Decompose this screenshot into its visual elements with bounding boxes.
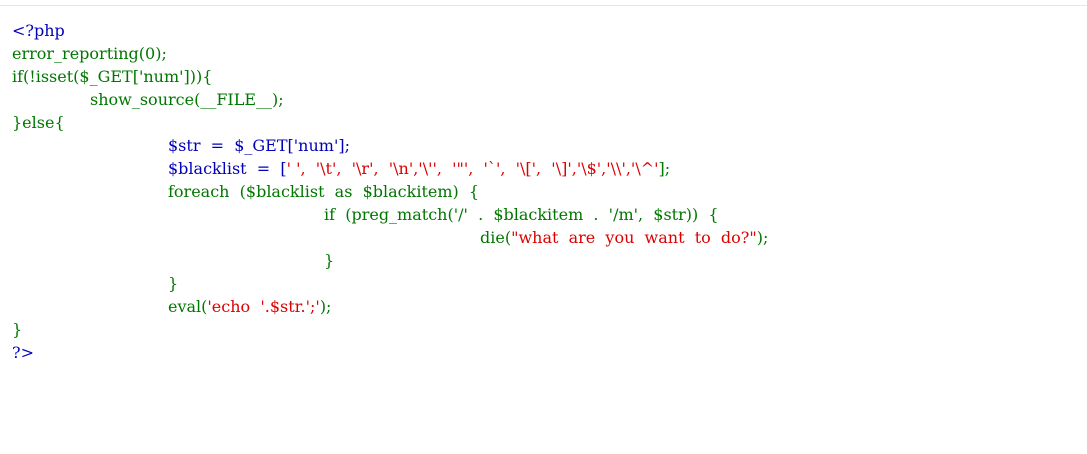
blacklist-items: ' ', '\t', '\r', '\n','\'', '"', '`', '\… — [286, 159, 659, 178]
code-line-foreach: foreach ($blacklist as $blackitem) { — [168, 182, 480, 201]
code-line-eval: eval('echo '.$str.';'); — [12, 295, 768, 318]
code-line-else: }else{ — [12, 113, 65, 132]
code-line-if-preg-match: if (preg_match('/' . $blackitem . '/m', … — [324, 205, 719, 224]
code-line-close-else: } — [12, 320, 23, 339]
code-line-if-isset: if(!isset($_GET['num'])){ — [12, 67, 213, 86]
code-line-php-open: <?php — [12, 21, 65, 40]
code-line-str-assign: $str = $_GET['num']; — [168, 136, 350, 155]
code-line-blacklist: $blacklist = [' ', '\t', '\r', '\n','\''… — [12, 157, 768, 180]
code-line-show-source: show_source(__FILE__); — [90, 90, 284, 109]
die-message: "what are you want to do?" — [511, 228, 757, 247]
code-line-die: die("what are you want to do?"); — [12, 226, 768, 249]
eval-fn: eval( — [168, 297, 208, 316]
code-line-error-reporting: error_reporting(0); — [12, 44, 167, 63]
blacklist-end: ]; — [658, 159, 671, 178]
code-line-php-close: ?> — [12, 343, 34, 362]
eval-end: ); — [319, 297, 332, 316]
die-fn: die( — [480, 228, 512, 247]
eval-arg: 'echo '.$str.';' — [207, 297, 320, 316]
top-divider — [0, 5, 1087, 6]
php-source-code: <?php error_reporting(0); if(!isset($_GET[… — [12, 19, 768, 364]
die-end: ); — [756, 228, 769, 247]
blacklist-var: $blacklist = [ — [168, 159, 287, 178]
code-line-close-foreach: } — [168, 274, 179, 293]
code-line-close-if: } — [324, 251, 335, 270]
